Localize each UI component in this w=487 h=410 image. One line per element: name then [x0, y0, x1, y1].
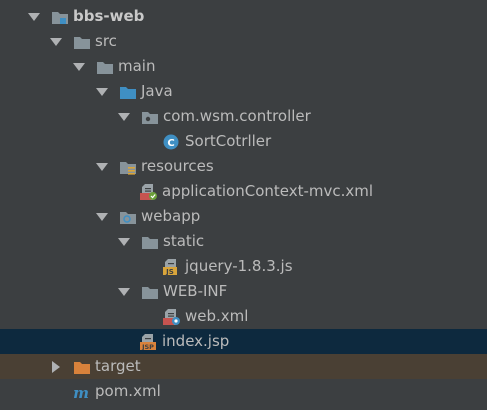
folder-icon [141, 234, 159, 250]
tree-node-label: jquery-1.8.3.js [185, 257, 293, 275]
source-folder-icon [119, 84, 137, 100]
tree-node-label: static [163, 232, 205, 250]
tree-node-label: Java [141, 82, 173, 100]
tree-node-label: resources [141, 157, 214, 175]
folder-icon [73, 34, 91, 50]
chevron-down-icon[interactable] [96, 212, 108, 221]
excluded-folder-icon [73, 359, 91, 375]
web-folder-icon [119, 209, 137, 225]
tree-node-main[interactable]: main [0, 54, 487, 79]
tree-node-label: src [95, 32, 117, 50]
tree-node-label: webapp [141, 207, 201, 225]
tree-node-label: web.xml [185, 307, 249, 325]
svg-text:C: C [167, 138, 174, 149]
tree-node-label: target [95, 357, 141, 375]
tree-node-web-inf[interactable]: WEB-INF [0, 279, 487, 304]
svg-text:JSP: JSP [141, 343, 154, 350]
chevron-down-icon[interactable] [96, 162, 108, 171]
tree-node-label: bbs-web [73, 7, 145, 25]
chevron-right-icon[interactable] [52, 360, 60, 373]
chevron-down-icon[interactable] [28, 12, 40, 21]
svg-text:m: m [73, 384, 89, 400]
jsp-file-icon: JSP [140, 333, 158, 350]
folder-icon [141, 284, 159, 300]
svg-text:JS: JS [165, 268, 174, 275]
xml-file-icon [163, 308, 181, 325]
tree-node-webapp[interactable]: webapp [0, 204, 487, 229]
tree-node-static[interactable]: static [0, 229, 487, 254]
tree-node-index-jsp[interactable]: JSP index.jsp [0, 329, 487, 354]
tree-node-label: applicationContext-mvc.xml [162, 182, 374, 200]
tree-node-package[interactable]: com.wsm.controller [0, 104, 487, 129]
tree-node-label: WEB-INF [163, 282, 228, 300]
maven-file-icon: m [73, 384, 91, 400]
folder-icon [96, 59, 114, 75]
java-class-icon: C [163, 134, 181, 150]
chevron-down-icon[interactable] [73, 62, 85, 71]
tree-node-label: index.jsp [162, 332, 230, 350]
tree-node-label: SortCotrller [185, 132, 272, 150]
resources-folder-icon [119, 159, 137, 175]
package-icon [141, 109, 159, 125]
tree-node-target[interactable]: target [0, 354, 487, 379]
tree-node-web-xml[interactable]: web.xml [0, 304, 487, 329]
tree-node-java[interactable]: Java [0, 79, 487, 104]
chevron-down-icon[interactable] [118, 287, 130, 296]
tree-node-label: pom.xml [95, 382, 161, 400]
tree-node-src[interactable]: src [0, 29, 487, 54]
tree-node-app-context[interactable]: applicationContext-mvc.xml [0, 179, 487, 204]
tree-node-label: com.wsm.controller [163, 107, 311, 125]
tree-node-bbs-web[interactable]: bbs-web [0, 4, 487, 29]
tree-node-pom[interactable]: m pom.xml [0, 379, 487, 404]
tree-node-jquery[interactable]: JS jquery-1.8.3.js [0, 254, 487, 279]
chevron-down-icon[interactable] [50, 37, 62, 46]
chevron-down-icon[interactable] [118, 112, 130, 121]
js-file-icon: JS [163, 258, 181, 275]
xml-file-icon [140, 183, 158, 200]
project-tree: bbs-web src main Java com.wsm.controller [0, 0, 487, 410]
tree-node-class[interactable]: C SortCotrller [0, 129, 487, 154]
chevron-down-icon[interactable] [96, 87, 108, 96]
chevron-down-icon[interactable] [118, 237, 130, 246]
tree-node-label: main [118, 57, 156, 75]
tree-node-resources[interactable]: resources [0, 154, 487, 179]
module-icon [51, 9, 69, 25]
